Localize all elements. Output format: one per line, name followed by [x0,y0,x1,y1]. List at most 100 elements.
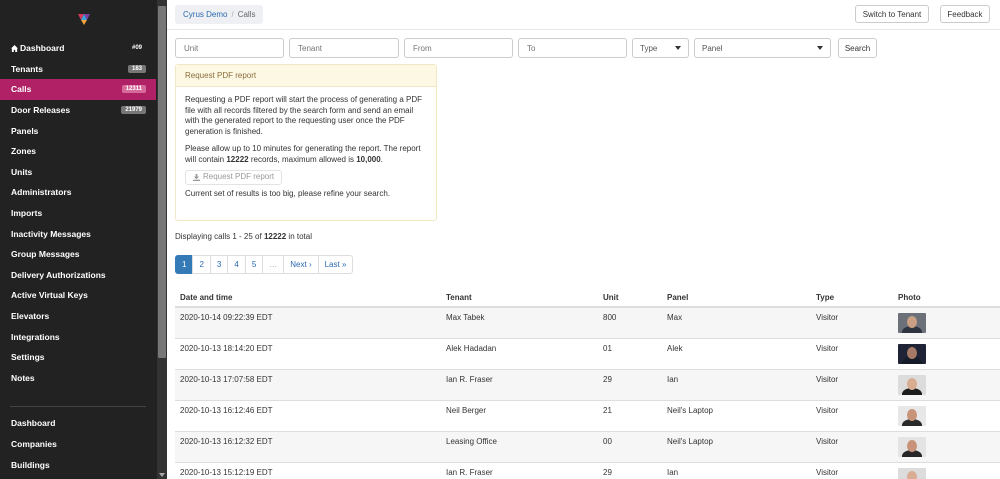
table-row[interactable]: 2020-10-13 15:12:19 EDT Ian R. Fraser 29 Ia… [175,463,1000,479]
sidebar-item-label: Dashboard [11,43,64,53]
cell-date: 2020-10-13 16:12:46 EDT [180,406,273,415]
table-body: 2020-10-14 09:22:39 EDT Max Tabek 800 Max Vi… [175,308,1000,479]
table-row[interactable]: 2020-10-13 18:14:20 EDT Alek Hadadan 01 Ale… [175,339,1000,370]
column-header-date-and-time[interactable]: Date and time [175,293,441,302]
caller-photo-thumbnail[interactable] [898,406,926,426]
sidebar-item-active-virtual-keys[interactable]: Active Virtual Keys [0,285,156,306]
sidebar-nav-secondary: Dashboard Companies Buildings [0,413,156,475]
sidebar-item-label: Dashboard [11,418,56,429]
sidebar-item-calls[interactable]: Calls 12311 [0,79,156,100]
feedback-button[interactable]: Feedback [940,5,990,23]
sidebar-item-units[interactable]: Units [0,162,156,183]
page-3[interactable]: 3 [209,255,229,274]
cell-tenant: Max Tabek [446,313,485,322]
caller-photo-thumbnail[interactable] [898,344,926,364]
search-button[interactable]: Search [838,38,877,58]
page-ellipsis: … [262,255,285,274]
breadcrumb: Cyrus Demo / Calls [175,5,264,24]
switch-to-tenant-button[interactable]: Switch to Tenant [855,5,929,23]
sidebar-secondary-item-dashboard[interactable]: Dashboard [0,413,156,434]
pdf-report-panel: Request PDF report Requesting a PDF repo… [175,64,437,221]
column-header-tenant[interactable]: Tenant [441,293,598,302]
panel-select-value: Panel [702,43,723,53]
type-select-value: Type [640,43,658,53]
pdf-report-description: Requesting a PDF report will start the p… [185,95,422,136]
panel-select[interactable]: Panel [694,38,831,58]
cell-type: Visitor [816,344,839,353]
caller-face [907,440,917,452]
sidebar-item-door-releases[interactable]: Door Releases 21979 [0,100,156,121]
cell-photo [893,313,993,333]
sidebar-item-text: Dashboard [20,43,65,54]
sidebar-item-text: Door Releases [11,105,71,116]
cell-photo [893,344,993,364]
last-page-link[interactable]: Last » [317,255,354,274]
top-bar: Cyrus Demo / Calls Switch to Tenant Feed… [167,0,1000,30]
sidebar-item-administrators[interactable]: Administrators [0,182,156,203]
sidebar-item-inactivity-messages[interactable]: Inactivity Messages [0,223,156,244]
sidebar-item-elevators[interactable]: Elevators [0,306,156,327]
record-count: 12222 [226,154,249,164]
sidebar-item-zones[interactable]: Zones [0,141,156,162]
sidebar-item-tenants[interactable]: Tenants 183 [0,59,156,80]
sidebar-item-label: Calls [11,84,31,94]
unit-input[interactable] [175,38,284,58]
from-date-input[interactable] [404,38,513,58]
sidebar-scrollbar[interactable] [157,0,167,479]
sidebar-item-notes[interactable]: Notes [0,368,156,389]
pdf-report-heading: Request PDF report [176,65,436,87]
table-row[interactable]: 2020-10-13 17:07:58 EDT Ian R. Fraser 29 Ia… [175,370,1000,401]
page-1[interactable]: 1 [175,255,194,274]
column-header-photo[interactable]: Photo [893,293,993,302]
cell-panel: Max [667,313,683,322]
breadcrumb-root[interactable]: Cyrus Demo [183,10,227,19]
caller-photo-thumbnail[interactable] [898,437,926,457]
brand-logo[interactable] [0,0,167,38]
sidebar-item-label: Administrators [11,187,71,197]
table-row[interactable]: 2020-10-13 16:12:46 EDT Neil Berger 21 Neil… [175,401,1000,432]
cell-unit: 21 [603,406,612,415]
sidebar-item-imports[interactable]: Imports [0,203,156,224]
sidebar-item-delivery-authorizations[interactable]: Delivery Authorizations [0,265,156,286]
cell-unit: 29 [603,468,612,477]
cell-tenant: Alek Hadadan [446,344,497,353]
table-row[interactable]: 2020-10-14 09:22:39 EDT Max Tabek 800 Max Vi… [175,308,1000,339]
sidebar-item-label: Buildings [11,459,50,470]
sidebar-scrollbar-thumb[interactable] [158,6,166,358]
column-header-unit[interactable]: Unit [598,293,662,302]
sidebar-item-text: Group Messages [11,249,80,260]
table-header: Date and time Tenant Unit Panel Type Photo [175,288,1000,308]
chevron-down-icon [817,46,823,50]
sidebar-item-panels[interactable]: Panels [0,120,156,141]
next-page-link[interactable]: Next › [283,255,319,274]
sidebar-item-group-messages[interactable]: Group Messages [0,244,156,265]
sidebar-item-settings[interactable]: Settings [0,347,156,368]
sidebar-item-badge: #09 [131,45,142,52]
sidebar-item-dashboard[interactable]: Dashboard #09 [0,38,156,59]
sidebar-secondary-item-companies[interactable]: Companies [0,434,156,455]
caller-face [907,471,917,479]
column-header-panel[interactable]: Panel [662,293,811,302]
sidebar-item-text: Imports [11,208,43,219]
sidebar-item-integrations[interactable]: Integrations [0,326,156,347]
sidebar-item-label: Notes [11,373,35,383]
type-select[interactable]: Type [632,38,689,58]
sidebar-item-label: Imports [11,208,42,218]
scroll-down-arrow-icon[interactable] [159,473,165,477]
page-4[interactable]: 4 [227,255,246,274]
sidebar-secondary-item-buildings[interactable]: Buildings [0,454,156,475]
caller-photo-thumbnail[interactable] [898,375,926,395]
caller-photo-thumbnail[interactable] [898,468,926,479]
tenant-input[interactable] [289,38,399,58]
page-2[interactable]: 2 [192,255,211,274]
table-row[interactable]: 2020-10-13 16:12:32 EDT Leasing Office 00 N… [175,432,1000,463]
sidebar-item-text: Tenants [11,63,43,74]
request-pdf-button[interactable]: Request PDF report [185,170,283,185]
caller-photo-thumbnail[interactable] [898,313,926,333]
to-date-input[interactable] [518,38,627,58]
request-pdf-button-label: Request PDF report [203,172,275,182]
page-5[interactable]: 5 [244,255,264,274]
column-header-type[interactable]: Type [811,293,893,302]
sidebar-item-label: Active Virtual Keys [11,290,88,300]
caller-face [907,316,917,328]
